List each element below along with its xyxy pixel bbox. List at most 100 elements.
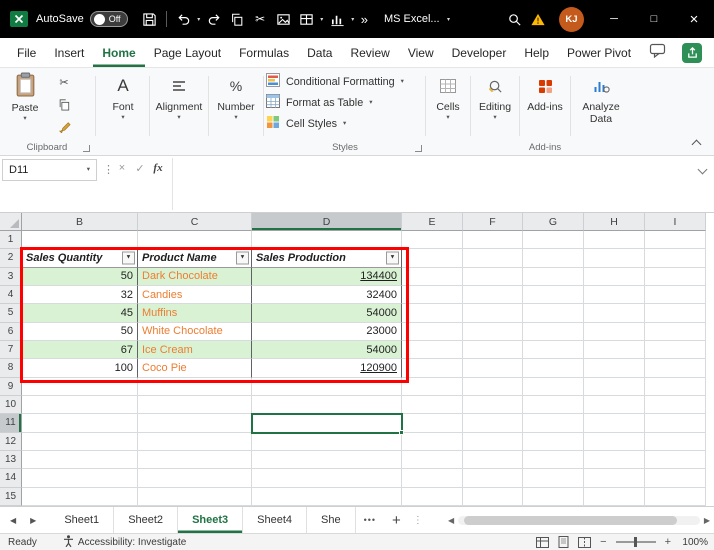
cell-C3[interactable]: Dark Chocolate [138, 267, 252, 286]
cell-C7[interactable]: Ice Cream [138, 340, 252, 360]
picture-icon[interactable] [272, 7, 295, 31]
insert-function-button[interactable]: fx [150, 162, 166, 174]
cell-F8[interactable] [463, 359, 523, 378]
cell-B4[interactable]: 32 [22, 285, 138, 305]
cell-C9[interactable] [138, 377, 252, 396]
cell-G4[interactable] [523, 285, 584, 305]
scrollbar-thumb[interactable] [464, 515, 677, 525]
cell-I15[interactable] [645, 487, 706, 506]
row-header-1[interactable]: 1 [0, 231, 22, 250]
clipboard-dialog-launcher-icon[interactable] [83, 145, 90, 152]
cell-D3[interactable]: 134400 [252, 267, 402, 286]
cell-I13[interactable] [645, 450, 706, 470]
cell-I6[interactable] [645, 322, 706, 341]
cell-E10[interactable] [402, 395, 463, 415]
row-header-7[interactable]: 7 [0, 340, 22, 360]
editing-collapsed-button[interactable]: Editing ▾ [472, 71, 518, 122]
cell-H7[interactable] [584, 340, 645, 360]
cell-G3[interactable] [523, 267, 584, 286]
cell-I2[interactable] [645, 249, 706, 268]
avatar[interactable]: KJ [559, 6, 584, 32]
cell-I11[interactable] [645, 414, 706, 433]
row-header-13[interactable]: 13 [0, 450, 22, 470]
cut-button[interactable]: ✂ [54, 74, 74, 91]
cell-E7[interactable] [402, 340, 463, 360]
paste-button[interactable]: Paste ▾ [4, 72, 46, 123]
cell-G7[interactable] [523, 340, 584, 360]
cell-C14[interactable] [138, 469, 252, 488]
row-header-10[interactable]: 10 [0, 395, 22, 415]
cell-E4[interactable] [402, 285, 463, 305]
cell-C13[interactable] [138, 450, 252, 470]
cell-B12[interactable] [22, 432, 138, 451]
menu-item-developer[interactable]: Developer [443, 38, 516, 67]
zoom-in-button[interactable]: + [665, 536, 671, 548]
page-layout-view-icon[interactable] [558, 536, 569, 548]
cell-G2[interactable] [523, 249, 584, 268]
cell-H13[interactable] [584, 450, 645, 470]
zoom-slider[interactable] [615, 537, 656, 547]
cell-G14[interactable] [523, 469, 584, 488]
cell-D11[interactable] [252, 414, 402, 433]
cell-E6[interactable] [402, 322, 463, 341]
cell-D6[interactable]: 23000 [252, 322, 402, 341]
cell-G8[interactable] [523, 359, 584, 378]
row-header-12[interactable]: 12 [0, 432, 22, 451]
save-icon[interactable] [138, 7, 161, 31]
normal-view-icon[interactable] [536, 536, 550, 548]
name-box[interactable]: D11 ▾ [2, 159, 97, 181]
cell-F4[interactable] [463, 285, 523, 305]
font-collapsed-button[interactable]: A Font ▾ [98, 71, 148, 122]
cell-D12[interactable] [252, 432, 402, 451]
cell-F2[interactable] [463, 249, 523, 268]
cell-G6[interactable] [523, 322, 584, 341]
cell-H15[interactable] [584, 487, 645, 506]
cell-I12[interactable] [645, 432, 706, 451]
tab-options-icon[interactable]: ⋮ [409, 507, 427, 533]
cell-I14[interactable] [645, 469, 706, 488]
cell-H1[interactable] [584, 231, 645, 250]
filter-button-D2[interactable]: ▼ [386, 251, 399, 265]
menu-item-review[interactable]: Review [341, 38, 398, 67]
chart-dropdown-icon[interactable]: ▾ [349, 16, 357, 23]
cell-H5[interactable] [584, 304, 645, 323]
column-header-C[interactable]: C [138, 213, 252, 231]
autosave-toggle[interactable]: Off [89, 11, 128, 27]
menu-item-help[interactable]: Help [515, 38, 558, 67]
cell-B10[interactable] [22, 395, 138, 415]
cell-F11[interactable] [463, 414, 523, 433]
scroll-right-icon[interactable]: ▶ [704, 516, 710, 525]
page-break-view-icon[interactable] [578, 536, 592, 548]
cell-H11[interactable] [584, 414, 645, 433]
previous-sheet-icon[interactable]: ◀ [10, 516, 16, 525]
cell-G11[interactable] [523, 414, 584, 433]
row-header-6[interactable]: 6 [0, 322, 22, 341]
number-collapsed-button[interactable]: % Number ▾ [210, 71, 262, 122]
excel-logo-icon[interactable] [9, 9, 29, 29]
cell-E3[interactable] [402, 267, 463, 286]
cell-B2[interactable]: Sales Quantity ▼ [22, 249, 138, 268]
more-commands-icon[interactable]: » [361, 12, 368, 27]
filter-button-B2[interactable]: ▼ [122, 251, 135, 265]
row-header-11[interactable]: 11 [0, 414, 22, 433]
cell-H2[interactable] [584, 249, 645, 268]
menu-item-file[interactable]: File [8, 38, 45, 67]
cell-F10[interactable] [463, 395, 523, 415]
cut-icon[interactable]: ✂ [249, 7, 272, 31]
cell-F1[interactable] [463, 231, 523, 250]
cell-B11[interactable] [22, 414, 138, 433]
cell-C12[interactable] [138, 432, 252, 451]
cell-I9[interactable] [645, 377, 706, 396]
cell-H8[interactable] [584, 359, 645, 378]
cell-E1[interactable] [402, 231, 463, 250]
scrollbar-track[interactable] [458, 515, 700, 525]
scroll-left-icon[interactable]: ◀ [448, 516, 454, 525]
cell-E2[interactable] [402, 249, 463, 268]
cell-H4[interactable] [584, 285, 645, 305]
cell-E12[interactable] [402, 432, 463, 451]
cell-B8[interactable]: 100 [22, 359, 138, 378]
cell-F12[interactable] [463, 432, 523, 451]
row-header-4[interactable]: 4 [0, 285, 22, 305]
sheet-tab-sheet1[interactable]: Sheet1 [50, 507, 115, 533]
cell-F14[interactable] [463, 469, 523, 488]
